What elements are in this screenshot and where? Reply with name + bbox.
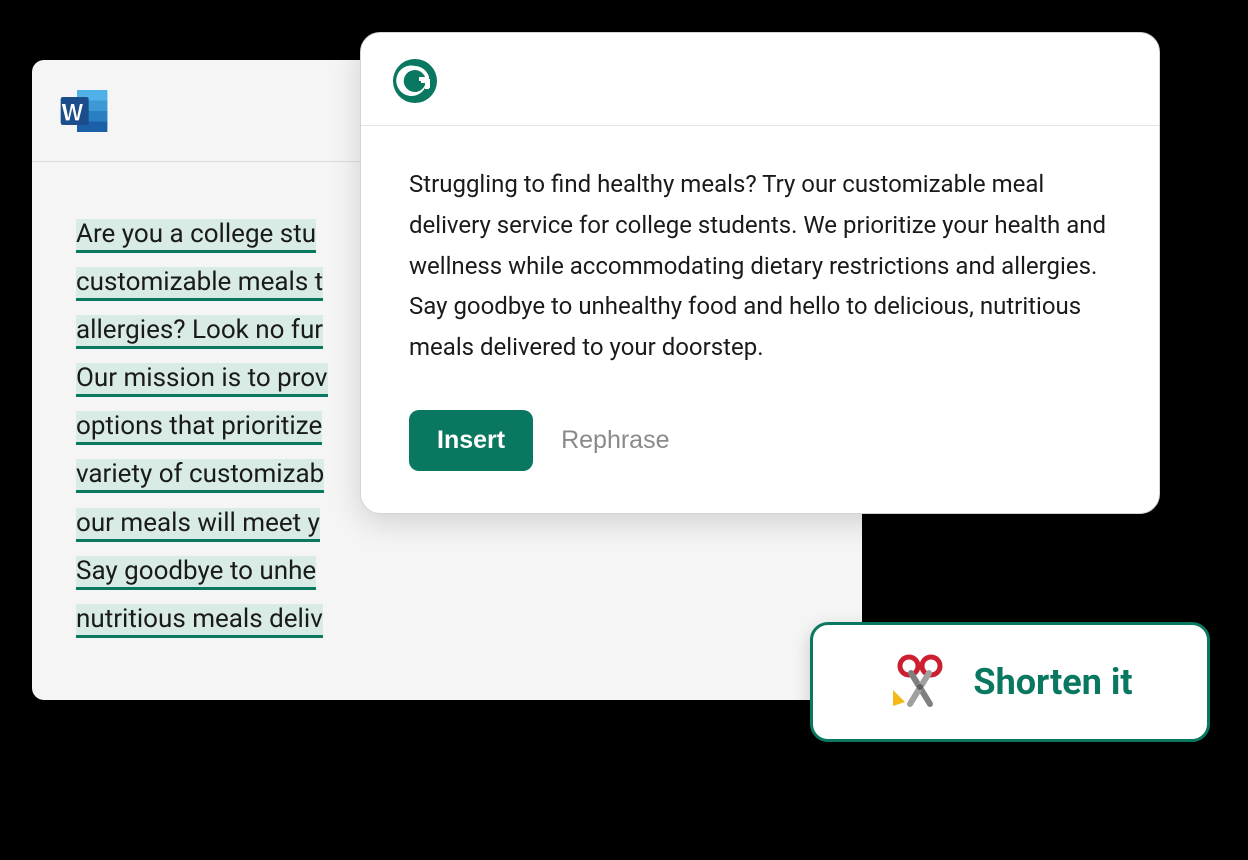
doc-line: options that prioritize (76, 411, 322, 445)
doc-line: nutritious meals deliv (76, 604, 323, 638)
doc-line: customizable meals t (76, 267, 323, 301)
insert-button[interactable]: Insert (409, 410, 533, 471)
doc-line: allergies? Look no fur (76, 315, 323, 349)
word-app-icon (56, 83, 112, 139)
doc-line: Are you a college stu (76, 219, 316, 253)
doc-line: Say goodbye to unhe (76, 556, 316, 590)
popup-action-row: Insert Rephrase (409, 410, 1111, 471)
grammarly-suggestion-popup: Struggling to find healthy meals? Try ou… (360, 32, 1160, 514)
shorten-it-button[interactable]: Shorten it (810, 622, 1210, 742)
grammarly-logo-icon (393, 59, 437, 103)
doc-line: variety of customizab (76, 459, 324, 493)
rephrase-button[interactable]: Rephrase (561, 426, 669, 455)
doc-line: Our mission is to prov (76, 363, 328, 397)
scissors-icon (887, 652, 947, 712)
suggestion-text: Struggling to find healthy meals? Try ou… (409, 164, 1111, 368)
grammarly-popup-body: Struggling to find healthy meals? Try ou… (361, 126, 1159, 513)
shorten-it-label: Shorten it (973, 661, 1132, 703)
doc-line: our meals will meet y (76, 508, 320, 542)
grammarly-popup-header (361, 33, 1159, 126)
